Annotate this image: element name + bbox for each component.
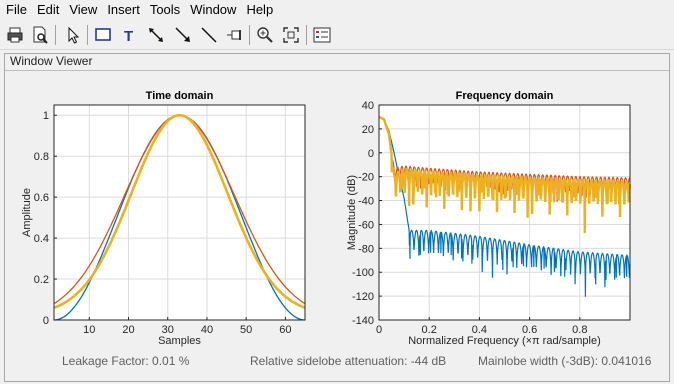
y-tick-label: -40 [358, 196, 374, 208]
plot-area [379, 105, 630, 320]
x-tick-label: 60 [279, 324, 291, 336]
y-tick-label: 1 [43, 110, 49, 122]
y-axis-label: Magnitude (dB) [346, 175, 358, 250]
x-axis-label: Normalized Frequency (×π rad/sample) [408, 335, 601, 347]
y-tick-label: -20 [358, 172, 374, 184]
y-tick-label: 0 [43, 315, 49, 327]
x-tick-label: 0 [376, 324, 382, 336]
y-tick-label: 0.6 [34, 192, 49, 204]
mainlobe-width-readout: Mainlobe width (-3dB): 0.041016 [478, 354, 652, 368]
y-tick-label: -100 [352, 267, 374, 279]
x-tick-label: 20 [122, 324, 134, 336]
y-tick-label: 20 [362, 124, 374, 136]
plots-canvas: 10 20 30 40 50 6000.20.40.60.81Time domainSam… [21, 90, 632, 347]
y-tick-label: -120 [352, 291, 374, 303]
x-tick-label: 40 [201, 324, 213, 336]
chart-title: Frequency domain [456, 90, 554, 102]
y-tick-label: -80 [358, 243, 374, 255]
y-tick-label: 0.2 [34, 274, 49, 286]
leakage-factor-readout: Leakage Factor: 0.01 % [62, 354, 190, 368]
x-tick-label: 10 [83, 324, 95, 336]
y-tick-label: 0 [368, 148, 374, 160]
y-tick-label: 0.4 [34, 233, 49, 245]
x-axis-label: Samples [158, 335, 201, 347]
y-tick-label: 0.8 [34, 151, 49, 163]
y-tick-label: 40 [362, 100, 374, 112]
y-axis-label: Amplitude [21, 188, 33, 237]
chart-title: Time domain [146, 90, 214, 102]
sidelobe-attenuation-readout: Relative sidelobe attenuation: -44 dB [250, 354, 447, 368]
y-tick-label: -140 [352, 315, 374, 327]
plot-area [54, 105, 305, 320]
x-tick-label: 50 [240, 324, 252, 336]
y-tick-label: -60 [358, 219, 374, 231]
